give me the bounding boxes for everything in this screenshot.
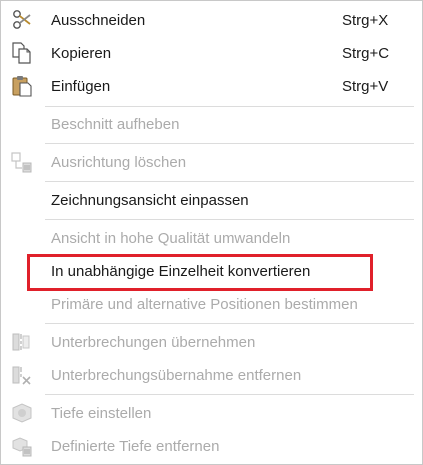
separator (45, 323, 414, 324)
remove-break-icon (10, 363, 34, 387)
menu-item-set-depth[interactable]: Tiefe einstellen (2, 397, 421, 430)
scissors-icon (10, 8, 34, 32)
menu-item-copy[interactable]: Kopieren Strg+C (2, 37, 421, 70)
copy-icon (10, 41, 34, 65)
separator (45, 394, 414, 395)
menu-item-label: Unterbrechungsübernahme entfernen (51, 366, 302, 384)
separator (45, 181, 414, 182)
delete-alignment-icon (10, 150, 34, 174)
menu-item-label: Beschnitt aufheben (51, 115, 180, 133)
menu-item-label: In unabhängige Einzelheit konvertieren (51, 262, 311, 280)
menu-item-primary-alternate-positions[interactable]: Primäre und alternative Positionen besti… (2, 288, 421, 321)
menu-item-remove-break-apply[interactable]: Unterbrechungsübernahme entfernen (2, 359, 421, 392)
menu-item-label: Definierte Tiefe entfernen (51, 437, 220, 455)
menu-item-shortcut: Strg+X (342, 11, 389, 29)
menu-item-paste[interactable]: Einfügen Strg+V (2, 70, 421, 103)
menu-item-shortcut: Strg+C (342, 44, 390, 62)
depth-icon (10, 401, 34, 425)
menu-item-label: Primäre und alternative Positionen besti… (51, 295, 358, 313)
menu-item-label: Zeichnungsansicht einpassen (51, 191, 249, 209)
remove-depth-icon (10, 434, 34, 458)
clipboard-icon (10, 74, 34, 98)
menu-item-label: Tiefe einstellen (51, 404, 152, 422)
menu-item-label: Einfügen (51, 77, 111, 95)
menu-item-remove-defined-depth[interactable]: Definierte Tiefe entfernen (2, 430, 421, 463)
menu-item-label: Ansicht in hohe Qualität umwandeln (51, 229, 291, 247)
menu-item-high-quality-view[interactable]: Ansicht in hohe Qualität umwandeln (2, 222, 421, 255)
menu-item-cut[interactable]: Ausschneiden Strg+X (2, 4, 421, 37)
menu-item-fit-drawing-view[interactable]: Zeichnungsansicht einpassen (2, 184, 421, 217)
menu-item-convert-independent-detail[interactable]: In unabhängige Einzelheit konvertieren (2, 255, 421, 288)
menu-item-label: Kopieren (51, 44, 112, 62)
menu-item-label: Ausschneiden (51, 11, 146, 29)
menu-item-apply-breaks[interactable]: Unterbrechungen übernehmen (2, 326, 421, 359)
menu-item-label: Ausrichtung löschen (51, 153, 187, 171)
menu-item-shortcut: Strg+V (342, 77, 389, 95)
separator (45, 143, 414, 144)
menu-item-delete-alignment[interactable]: Ausrichtung löschen (2, 146, 421, 179)
separator (45, 219, 414, 220)
menu-item-label: Unterbrechungen übernehmen (51, 333, 256, 351)
break-icon (10, 330, 34, 354)
context-menu: Ausschneiden Strg+X Kopieren Strg+C Einf… (0, 0, 423, 465)
separator (45, 106, 414, 107)
menu-item-remove-crop[interactable]: Beschnitt aufheben (2, 108, 421, 141)
